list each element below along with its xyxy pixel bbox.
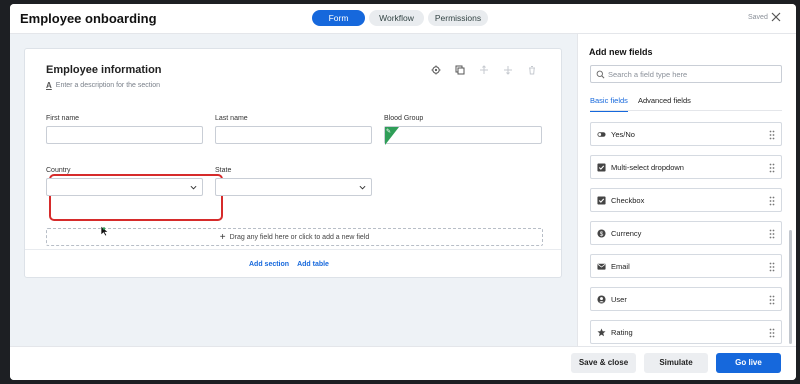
field-search[interactable] bbox=[590, 65, 782, 83]
field-type-label: Checkbox bbox=[611, 195, 645, 205]
currency-icon: $ bbox=[597, 228, 606, 237]
save-status: Saved bbox=[748, 14, 768, 21]
blood-group-label: Blood Group bbox=[384, 115, 424, 122]
checkbox-icon bbox=[597, 195, 606, 205]
section-description[interactable]: A Enter a description for the section bbox=[46, 81, 160, 90]
field-type-label: Currency bbox=[611, 228, 642, 238]
svg-text:$: $ bbox=[600, 230, 604, 237]
tabs-divider bbox=[590, 110, 782, 111]
panel-scrollbar[interactable] bbox=[789, 230, 792, 344]
move-down-icon[interactable] bbox=[503, 65, 513, 75]
close-icon[interactable] bbox=[771, 12, 781, 22]
page-title: Employee onboarding bbox=[20, 11, 157, 26]
modal-footer: Save & close Simulate Go live bbox=[10, 346, 796, 380]
country-dropdown[interactable] bbox=[46, 178, 203, 196]
copy-icon[interactable] bbox=[455, 65, 465, 75]
section-title[interactable]: Employee information bbox=[46, 64, 162, 76]
drag-handle-icon[interactable] bbox=[769, 196, 775, 206]
checkbox-icon bbox=[597, 162, 606, 172]
drag-handle-icon[interactable] bbox=[769, 163, 775, 173]
delete-icon[interactable] bbox=[527, 65, 537, 75]
modal-header: Employee onboarding Form Workflow Permis… bbox=[10, 4, 796, 34]
section-card: Employee information A Enter a descripti… bbox=[24, 48, 562, 278]
field-type-label: User bbox=[611, 294, 627, 304]
view-tabs: Form Workflow Permissions bbox=[312, 10, 488, 26]
field-type-email[interactable]: Email bbox=[590, 254, 782, 278]
drag-handle-icon[interactable] bbox=[769, 130, 775, 140]
field-type-label: Yes/No bbox=[611, 129, 635, 139]
field-type-label: Rating bbox=[611, 327, 633, 337]
field-type-rating[interactable]: Rating bbox=[590, 320, 782, 344]
text-format-icon: A bbox=[46, 81, 52, 90]
state-dropdown[interactable] bbox=[215, 178, 372, 196]
first-name-label: First name bbox=[46, 115, 80, 122]
chevron-down-icon bbox=[190, 185, 197, 190]
save-close-button[interactable]: Save & close bbox=[571, 353, 636, 373]
country-label: Country bbox=[46, 167, 71, 174]
add-section-link[interactable]: Add section bbox=[249, 261, 289, 268]
last-name-label: Last name bbox=[215, 115, 248, 122]
user-icon bbox=[597, 294, 606, 304]
tab-workflow[interactable]: Workflow bbox=[369, 10, 424, 26]
add-fields-panel: Add new fields Basic fields Advanced fie… bbox=[577, 34, 796, 346]
state-label: State bbox=[215, 167, 232, 174]
tab-permissions[interactable]: Permissions bbox=[428, 10, 488, 26]
email-icon bbox=[597, 263, 606, 270]
drag-handle-icon[interactable] bbox=[769, 229, 775, 239]
search-icon bbox=[596, 70, 605, 79]
drag-handle-icon[interactable] bbox=[769, 295, 775, 305]
mouse-cursor-icon bbox=[100, 225, 110, 237]
star-icon bbox=[597, 328, 606, 336]
field-type-label: Email bbox=[611, 261, 630, 271]
field-type-user[interactable]: User bbox=[590, 287, 782, 311]
field-type-checkbox[interactable]: Checkbox bbox=[590, 188, 782, 212]
field-type-yes-no[interactable]: Yes/No bbox=[590, 122, 782, 146]
form-builder-modal: Employee onboarding Form Workflow Permis… bbox=[10, 4, 796, 380]
simulate-button[interactable]: Simulate bbox=[644, 353, 708, 373]
drag-handle-icon[interactable] bbox=[769, 262, 775, 272]
first-name-field[interactable] bbox=[46, 126, 203, 144]
divider bbox=[25, 249, 561, 250]
toggle-icon bbox=[597, 131, 606, 137]
plus-icon: + bbox=[219, 231, 226, 243]
blood-group-field[interactable]: ✎ bbox=[384, 126, 542, 145]
section-description-placeholder: Enter a description for the section bbox=[55, 82, 161, 89]
field-type-currency[interactable]: $ Currency bbox=[590, 221, 782, 245]
field-type-label: Multi-select dropdown bbox=[611, 162, 684, 172]
settings-icon[interactable] bbox=[431, 65, 441, 75]
form-canvas: Employee information A Enter a descripti… bbox=[10, 34, 577, 346]
move-up-icon[interactable] bbox=[479, 65, 489, 75]
go-live-button[interactable]: Go live bbox=[716, 353, 781, 373]
drag-handle-icon[interactable] bbox=[769, 328, 775, 338]
chevron-down-icon bbox=[359, 185, 366, 190]
tab-form[interactable]: Form bbox=[312, 10, 365, 26]
field-type-list: Yes/No Multi-select dropdown Checkbox $ … bbox=[590, 122, 782, 353]
add-table-link[interactable]: Add table bbox=[297, 261, 329, 268]
section-actions: Add section Add table bbox=[249, 261, 329, 268]
dropzone-text: Drag any field here or click to add a ne… bbox=[229, 233, 370, 241]
field-type-multi-select[interactable]: Multi-select dropdown bbox=[590, 155, 782, 179]
add-field-dropzone[interactable]: + Drag any field here or click to add a … bbox=[46, 228, 543, 246]
panel-title: Add new fields bbox=[589, 47, 653, 57]
tag-icon: ✎ bbox=[386, 129, 392, 135]
search-input[interactable] bbox=[608, 68, 778, 81]
last-name-field[interactable] bbox=[215, 126, 372, 144]
section-toolbar bbox=[431, 65, 537, 75]
